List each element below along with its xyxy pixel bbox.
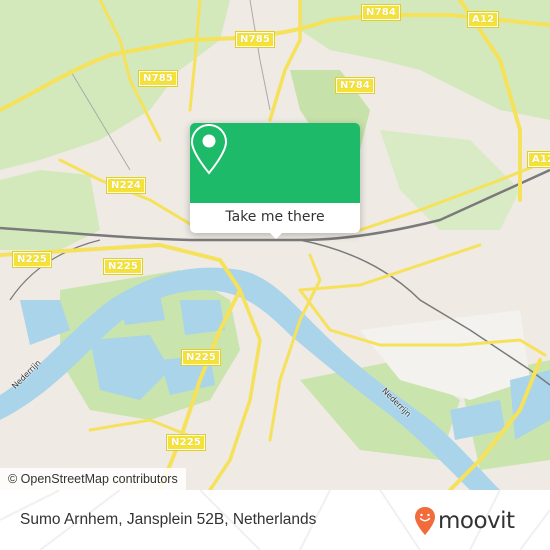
road-label-n784-center: N784 (334, 77, 376, 94)
road-label-n225-west: N225 (11, 251, 53, 268)
moovit-pin-icon (415, 507, 435, 535)
road-label-a12-east: A12 (526, 151, 550, 168)
map-tiles (0, 0, 550, 490)
road-label-n225-southwest: N225 (165, 434, 207, 451)
footer: Sumo Arnhem, Jansplein 52B, Netherlands … (0, 490, 550, 550)
road-label-n225-center: N225 (102, 258, 144, 275)
map[interactable]: N784 A12 N785 N785 N784 A12 N224 N225 N2… (0, 0, 550, 490)
location-popup: Take me there (190, 123, 360, 239)
popup-header (190, 123, 360, 203)
map-pin-icon (190, 123, 228, 175)
road-label-n784-north: N784 (360, 4, 402, 21)
moovit-brand-text: moovit (438, 508, 515, 534)
address-text: Sumo Arnhem, Jansplein 52B, Netherlands (20, 511, 317, 528)
road-label-n224: N224 (105, 177, 147, 194)
road-label-n785-west: N785 (137, 70, 179, 87)
road-label-n225-south: N225 (180, 349, 222, 366)
popup-pointer (268, 231, 284, 239)
moovit-logo[interactable]: moovit (414, 505, 515, 537)
map-attribution[interactable]: © OpenStreetMap contributors (0, 468, 186, 490)
road-label-a12-north: A12 (466, 11, 500, 28)
road-label-n785-center: N785 (234, 31, 276, 48)
take-me-there-button[interactable]: Take me there (190, 203, 360, 233)
